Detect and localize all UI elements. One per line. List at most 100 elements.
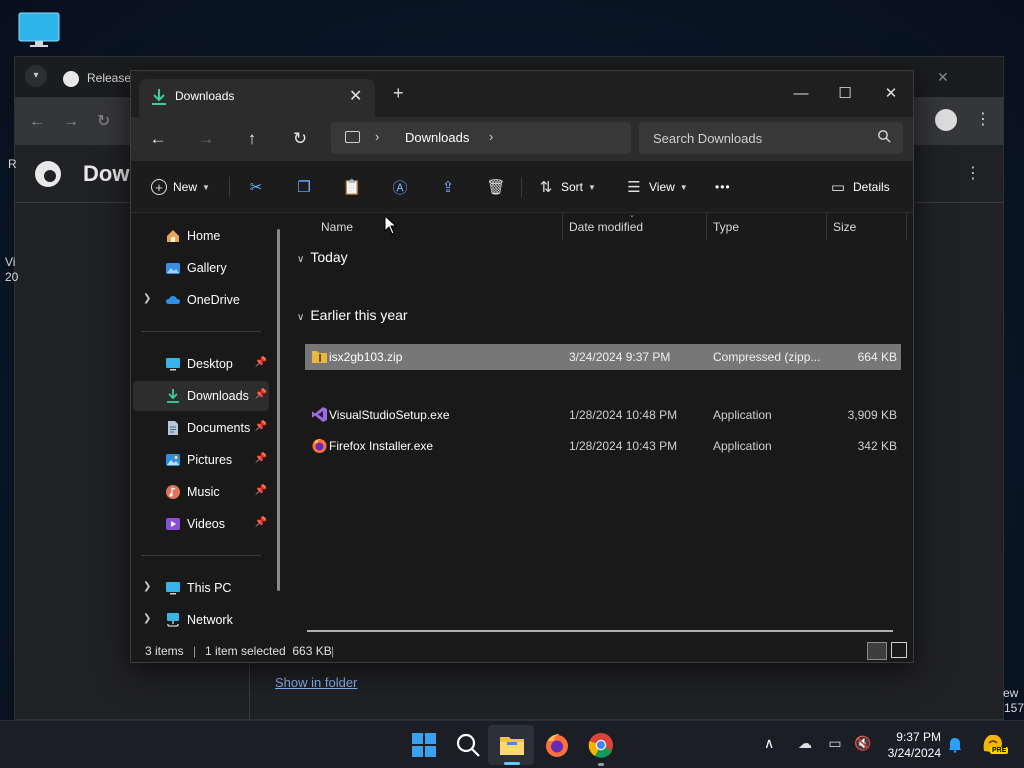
chevron-down-icon: ▼ [202,182,210,192]
file-type: Compressed (zipp... [713,350,821,364]
divider [229,177,230,197]
pin-icon[interactable]: 📌 [255,485,267,496]
address-input[interactable]: › Downloads › [331,122,631,154]
monitor-desktop-icon[interactable] [18,12,60,48]
chevron-right-icon[interactable]: › [489,129,493,144]
up-button[interactable]: ↑ [237,127,267,151]
column-header-size[interactable]: Size [827,213,907,241]
chevron-right-icon[interactable]: ❯ [143,613,151,624]
horizontal-scrollbar[interactable] [307,630,893,632]
maximize-button[interactable]: ☐ [823,79,867,109]
cloud-offline-icon[interactable]: ☁ [796,735,814,753]
divider [141,555,261,556]
sidebar-item-videos[interactable]: Videos 📌 [133,509,269,539]
close-tab-icon[interactable]: ✕ [349,86,362,106]
back-button[interactable]: ← [143,127,173,151]
close-button[interactable]: ✕ [869,79,913,109]
copy-button[interactable]: ❐ [295,175,313,199]
sidebar-item-this-pc[interactable]: ❯ This PC [133,573,269,603]
group-label: Earlier this year [310,307,408,323]
table-row[interactable]: isx2gb103.zip 3/24/2024 9:37 PM Compress… [305,344,901,370]
tab-downloads[interactable]: Downloads ✕ [139,79,375,117]
pin-icon[interactable]: 📌 [255,517,267,528]
minimize-button[interactable]: — [779,79,823,109]
search-input[interactable] [639,122,903,154]
view-lines-icon: ☰ [627,179,641,196]
rename-button[interactable]: Ⓐ [391,175,409,199]
share-icon: ⇪ [441,179,455,196]
chevron-down-icon[interactable]: ▾ [25,65,47,87]
sidebar-item-home[interactable]: Home [133,221,269,251]
clock-time[interactable]: 9:37 PM [893,730,941,744]
chevron-right-icon[interactable]: ❯ [143,293,151,304]
group-header-today[interactable]: ∨ Today [297,249,348,265]
forward-button[interactable]: → [191,127,221,151]
search-icon[interactable] [454,731,482,759]
share-button[interactable]: ⇪ [439,175,457,199]
column-header-name[interactable]: Name [315,213,563,241]
close-icon[interactable]: ✕ [937,69,949,86]
clock-date[interactable]: 3/24/2024 [880,746,941,760]
chrome-page-title: Dow [83,161,130,186]
more-icon: ••• [715,180,731,194]
chevron-up-icon[interactable]: ∧ [764,735,774,752]
pin-icon[interactable]: 📌 [255,357,267,368]
status-separator: | [193,644,197,658]
sidebar-item-music[interactable]: Music 📌 [133,477,269,507]
pin-icon[interactable]: 📌 [255,453,267,464]
file-name: Firefox Installer.exe [329,439,434,453]
chrome-icon[interactable] [587,731,615,759]
cut-button[interactable]: ✂ [247,175,265,199]
refresh-button[interactable]: ↻ [285,127,315,151]
column-header-date[interactable]: Date modified [563,213,707,241]
file-size: 664 KB [857,350,897,364]
sidebar-item-desktop[interactable]: Desktop 📌 [133,349,269,379]
view-button[interactable]: ☰ View ▼ [625,175,687,199]
new-button[interactable]: + New ▼ [151,175,210,199]
table-row[interactable]: VisualStudioSetup.exe 1/28/2024 10:48 PM… [305,402,901,428]
table-row[interactable]: Firefox Installer.exe 1/28/2024 10:43 PM… [305,433,901,459]
file-size: 3,909 KB [847,408,897,422]
profile-icon[interactable] [935,109,957,131]
breadcrumb[interactable]: Downloads [405,130,469,145]
chrome-nav-buttons[interactable]: ←→↻ [29,111,128,131]
sidebar-item-onedrive[interactable]: ❯ OneDrive [133,285,269,315]
scrollbar[interactable] [277,229,280,591]
notification-bell-icon[interactable] [948,737,962,753]
pin-icon[interactable]: 📌 [255,389,267,400]
show-in-folder-link[interactable]: Show in folder [275,675,357,690]
sidebar-item-downloads[interactable]: Downloads 📌 [133,381,269,411]
sidebar-item-gallery[interactable]: Gallery [133,253,269,283]
firefox-icon[interactable] [543,731,571,759]
sidebar-item-label: Home [187,229,221,243]
volume-muted-icon[interactable]: 🔇 [854,735,872,753]
kebab-menu-icon[interactable]: ⋮ [975,109,991,129]
pin-icon[interactable]: 📌 [255,421,267,432]
column-header-type[interactable]: Type [707,213,827,241]
sidebar-item-documents[interactable]: Documents 📌 [133,413,269,443]
status-bar: 3 items | 1 item selected 663 KB | [131,640,913,662]
details-pane-button[interactable]: ▭ Details [829,175,890,199]
navigation-pane: Home Gallery ❯ OneDrive Desktop 📌 Downlo… [131,213,289,640]
delete-button[interactable]: 🗑 [486,175,505,199]
chevron-right-icon[interactable]: ❯ [143,581,151,592]
more-options-button[interactable]: ••• [715,175,731,199]
kebab-menu-icon[interactable]: ⋮ [965,163,981,183]
sort-button[interactable]: ⇅ Sort ▼ [537,175,596,199]
network-icon [167,613,179,627]
file-explorer-icon[interactable] [498,731,526,759]
stray-text: 157 [1004,701,1024,715]
network-icon[interactable]: ▭ [826,735,844,753]
new-label: New [173,180,198,194]
large-icons-view-icon[interactable] [891,642,907,658]
sidebar-item-network[interactable]: ❯ Network [133,605,269,635]
sidebar-item-pictures[interactable]: Pictures 📌 [133,445,269,475]
chevron-right-icon[interactable]: › [375,129,379,144]
group-header-earlier-this-year[interactable]: ∨ Earlier this year [297,307,408,323]
start-icon[interactable] [410,731,438,759]
copy-icon: ❐ [297,179,311,196]
paste-button[interactable]: 📋 [343,175,362,199]
details-view-icon[interactable] [867,642,887,660]
download-icon [152,89,166,105]
new-tab-button[interactable]: + [393,83,404,104]
